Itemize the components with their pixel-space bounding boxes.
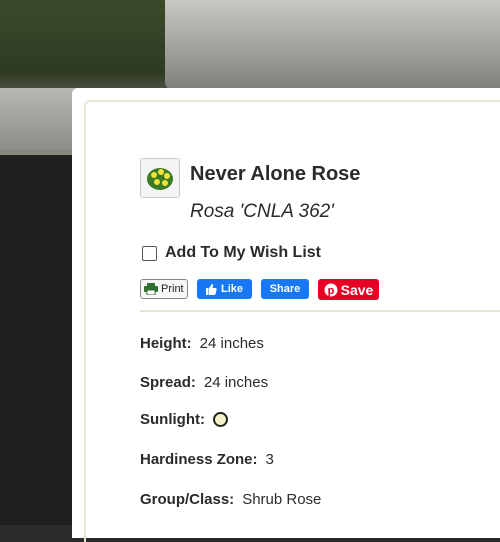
share-label: Share [269,283,301,295]
plant-thumbnail[interactable] [140,158,180,198]
background-bench [165,0,500,90]
pinterest-icon: p [324,283,338,297]
rose-bush-icon [147,168,173,190]
printer-icon [144,283,158,295]
spread-row: Spread: 24 inches [140,374,268,391]
height-value: 24 inches [199,335,264,352]
wishlist-toggle[interactable]: Add To My Wish List [142,244,321,262]
wishlist-label: Add To My Wish List [165,244,321,261]
spread-value: 24 inches [203,374,269,391]
svg-text:p: p [327,285,334,297]
hardiness-value: 3 [265,451,274,468]
pinterest-save-button[interactable]: p Save [318,279,379,300]
like-label: Like [220,283,243,295]
section-divider [140,310,500,312]
group-label: Group/Class: [140,491,235,508]
print-label: Print [161,283,184,295]
sunlight-row: Sunlight: [140,411,228,428]
group-row: Group/Class: Shrub Rose [140,491,321,508]
thumbs-up-icon [205,283,217,295]
page-title: Never Alone Rose [190,163,361,185]
sunlight-label: Sunlight: [140,411,205,428]
hardiness-label: Hardiness Zone: [140,451,258,468]
save-label: Save [340,281,374,298]
latin-name: Rosa 'CNLA 362' [190,201,334,222]
facebook-like-button[interactable]: Like [197,279,252,299]
wishlist-checkbox[interactable] [142,245,157,261]
hardiness-row: Hardiness Zone: 3 [140,451,274,468]
facebook-share-button[interactable]: Share [261,279,309,299]
group-value: Shrub Rose [242,491,322,508]
background-dark-panel [0,155,80,525]
height-label: Height: [140,335,192,352]
spread-label: Spread: [140,374,196,391]
print-button[interactable]: Print [140,279,188,299]
height-row: Height: 24 inches [140,335,264,352]
full-sun-icon [212,412,228,427]
